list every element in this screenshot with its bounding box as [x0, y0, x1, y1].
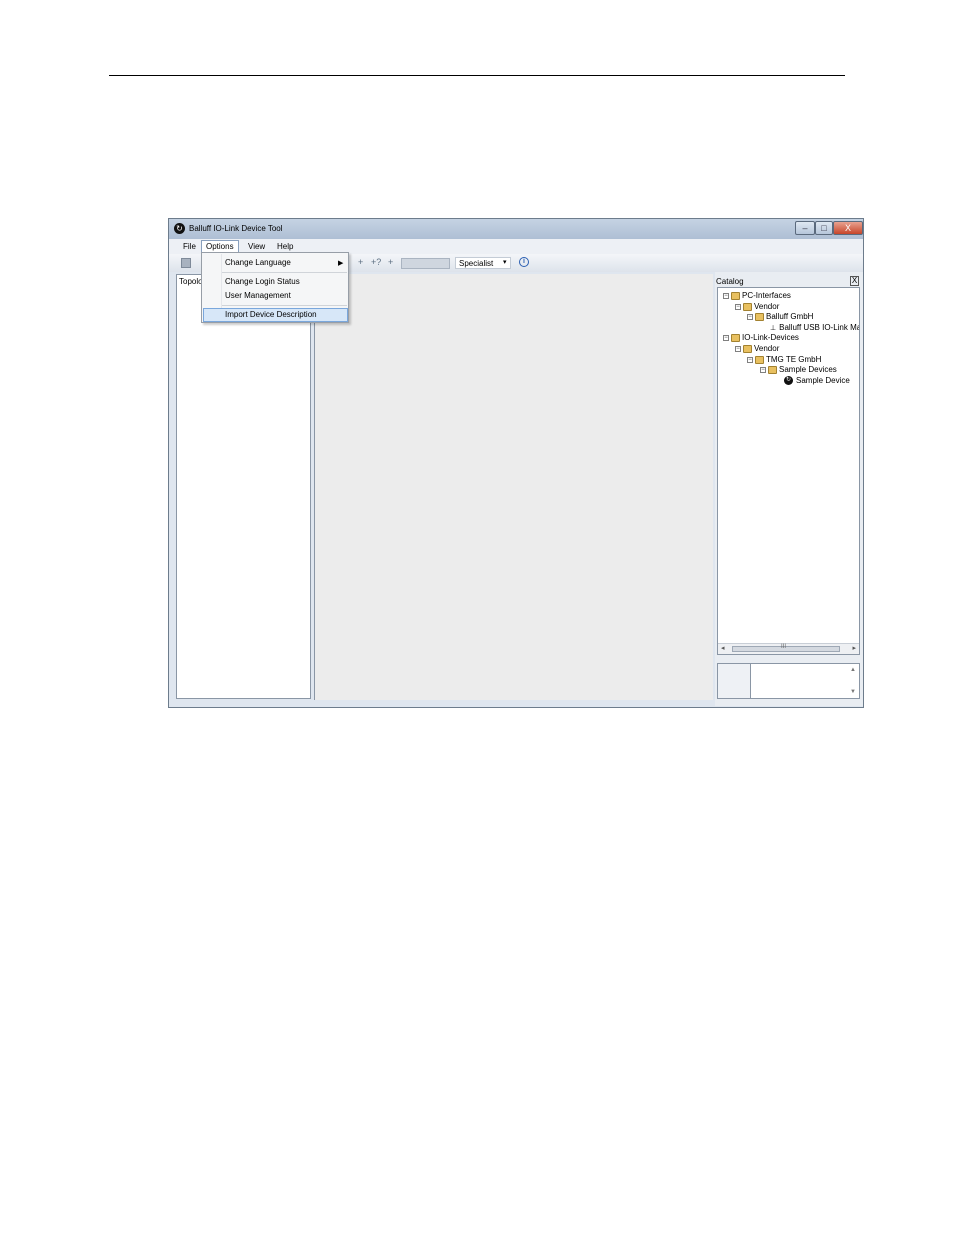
menu-item-import-device-description[interactable]: Import Device Description	[225, 310, 317, 319]
scroll-left-icon[interactable]: ◂	[721, 644, 725, 652]
folder-icon	[768, 365, 777, 374]
window-title: Balluff IO-Link Device Tool	[189, 224, 283, 233]
catalog-tree[interactable]: − PC-Interfaces − Vendor − Balluff GmbH …	[717, 287, 860, 655]
tree-node-sample-device[interactable]: ↻ Sample Device	[784, 376, 850, 385]
menu-item-change-language[interactable]: Change Language	[225, 258, 291, 267]
title-bar: ↻ Balluff IO-Link Device Tool – □ X	[169, 219, 863, 239]
tree-node-label: Balluff USB IO-Link Ma	[779, 323, 860, 332]
tree-node-sample-devices[interactable]: − Sample Devices	[760, 365, 837, 374]
topology-pane[interactable]: Topolo	[176, 274, 311, 699]
device-icon: ↻	[784, 376, 793, 385]
collapse-icon[interactable]: −	[760, 366, 766, 373]
scroll-up-icon[interactable]: ▲	[850, 667, 856, 673]
folder-icon	[731, 333, 740, 342]
menu-item-change-login-status[interactable]: Change Login Status	[225, 277, 300, 286]
tree-node-label: Balluff GmbH	[766, 312, 814, 321]
tree-node-label: PC-Interfaces	[742, 291, 791, 300]
tree-node-label: Sample Devices	[779, 365, 837, 374]
tree-node-label: TMG TE GmbH	[766, 355, 822, 364]
folder-icon	[743, 344, 752, 353]
menu-separator	[222, 305, 347, 306]
arrow-up-icon[interactable]: +	[358, 257, 363, 267]
page-rule	[109, 75, 845, 76]
folder-icon	[755, 312, 764, 321]
horizontal-scrollbar[interactable]: ◂ III ▸	[718, 643, 859, 654]
tree-node-balluff-gmbh[interactable]: − Balluff GmbH	[747, 312, 813, 321]
catalog-preview	[718, 664, 751, 698]
collapse-icon[interactable]: −	[747, 313, 753, 320]
collapse-icon[interactable]: −	[735, 303, 741, 310]
topology-label: Topolo	[179, 277, 203, 286]
menu-separator	[222, 272, 347, 273]
tree-node-label: Sample Device	[796, 376, 850, 385]
tree-node-vendor[interactable]: − Vendor	[735, 302, 779, 311]
tree-node-balluff-usb-master[interactable]: ⊥ Balluff USB IO-Link Ma	[770, 323, 860, 332]
catalog-close-button[interactable]: X	[850, 276, 859, 286]
tree-node-label: IO-Link-Devices	[742, 333, 799, 342]
folder-icon	[755, 355, 764, 364]
connector-icon: ⊥	[770, 324, 777, 332]
catalog-label: Catalog	[716, 277, 744, 286]
minimize-button[interactable]: –	[795, 221, 815, 235]
scroll-grip: III	[781, 644, 787, 650]
chevron-down-icon[interactable]: ▾	[503, 258, 507, 266]
collapse-icon[interactable]: −	[723, 292, 729, 299]
scroll-down-icon[interactable]: ▼	[850, 689, 856, 695]
folder-icon	[743, 302, 752, 311]
scroll-thumb[interactable]: III	[732, 644, 840, 652]
menu-file[interactable]: File	[179, 241, 200, 253]
maximize-button[interactable]: □	[815, 221, 833, 235]
catalog-details: ▲ ▼	[717, 663, 860, 699]
folder-icon	[731, 291, 740, 300]
save-icon[interactable]	[181, 258, 191, 268]
close-button[interactable]: X	[833, 221, 863, 235]
progress-field	[401, 258, 450, 269]
tree-node-label: Vendor	[754, 302, 780, 311]
tree-node-pc-interfaces[interactable]: − PC-Interfaces	[723, 291, 791, 300]
tree-node-io-link-devices[interactable]: − IO-Link-Devices	[723, 333, 799, 342]
collapse-icon[interactable]: −	[747, 356, 753, 363]
submenu-arrow-icon: ▶	[338, 260, 344, 267]
arrow-down-icon[interactable]: +	[388, 257, 393, 267]
catalog-pane: Catalog X − PC-Interfaces − Vendor − Bal…	[715, 272, 863, 706]
arrow-help-icon[interactable]: +?	[371, 257, 381, 267]
tree-node-vendor[interactable]: − Vendor	[735, 344, 779, 353]
options-dropdown-menu: Change Language ▶ Change Login Status Us…	[201, 252, 349, 323]
scroll-right-icon[interactable]: ▸	[852, 644, 856, 652]
info-icon[interactable]: i	[519, 257, 529, 267]
menu-item-user-management[interactable]: User Management	[225, 291, 291, 300]
app-logo-icon: ↻	[174, 223, 185, 234]
main-workspace	[314, 274, 713, 700]
tree-node-tmg-te-gmbh[interactable]: − TMG TE GmbH	[747, 355, 821, 364]
tree-node-label: Vendor	[754, 344, 780, 353]
collapse-icon[interactable]: −	[735, 345, 741, 352]
collapse-icon[interactable]: −	[723, 334, 729, 341]
